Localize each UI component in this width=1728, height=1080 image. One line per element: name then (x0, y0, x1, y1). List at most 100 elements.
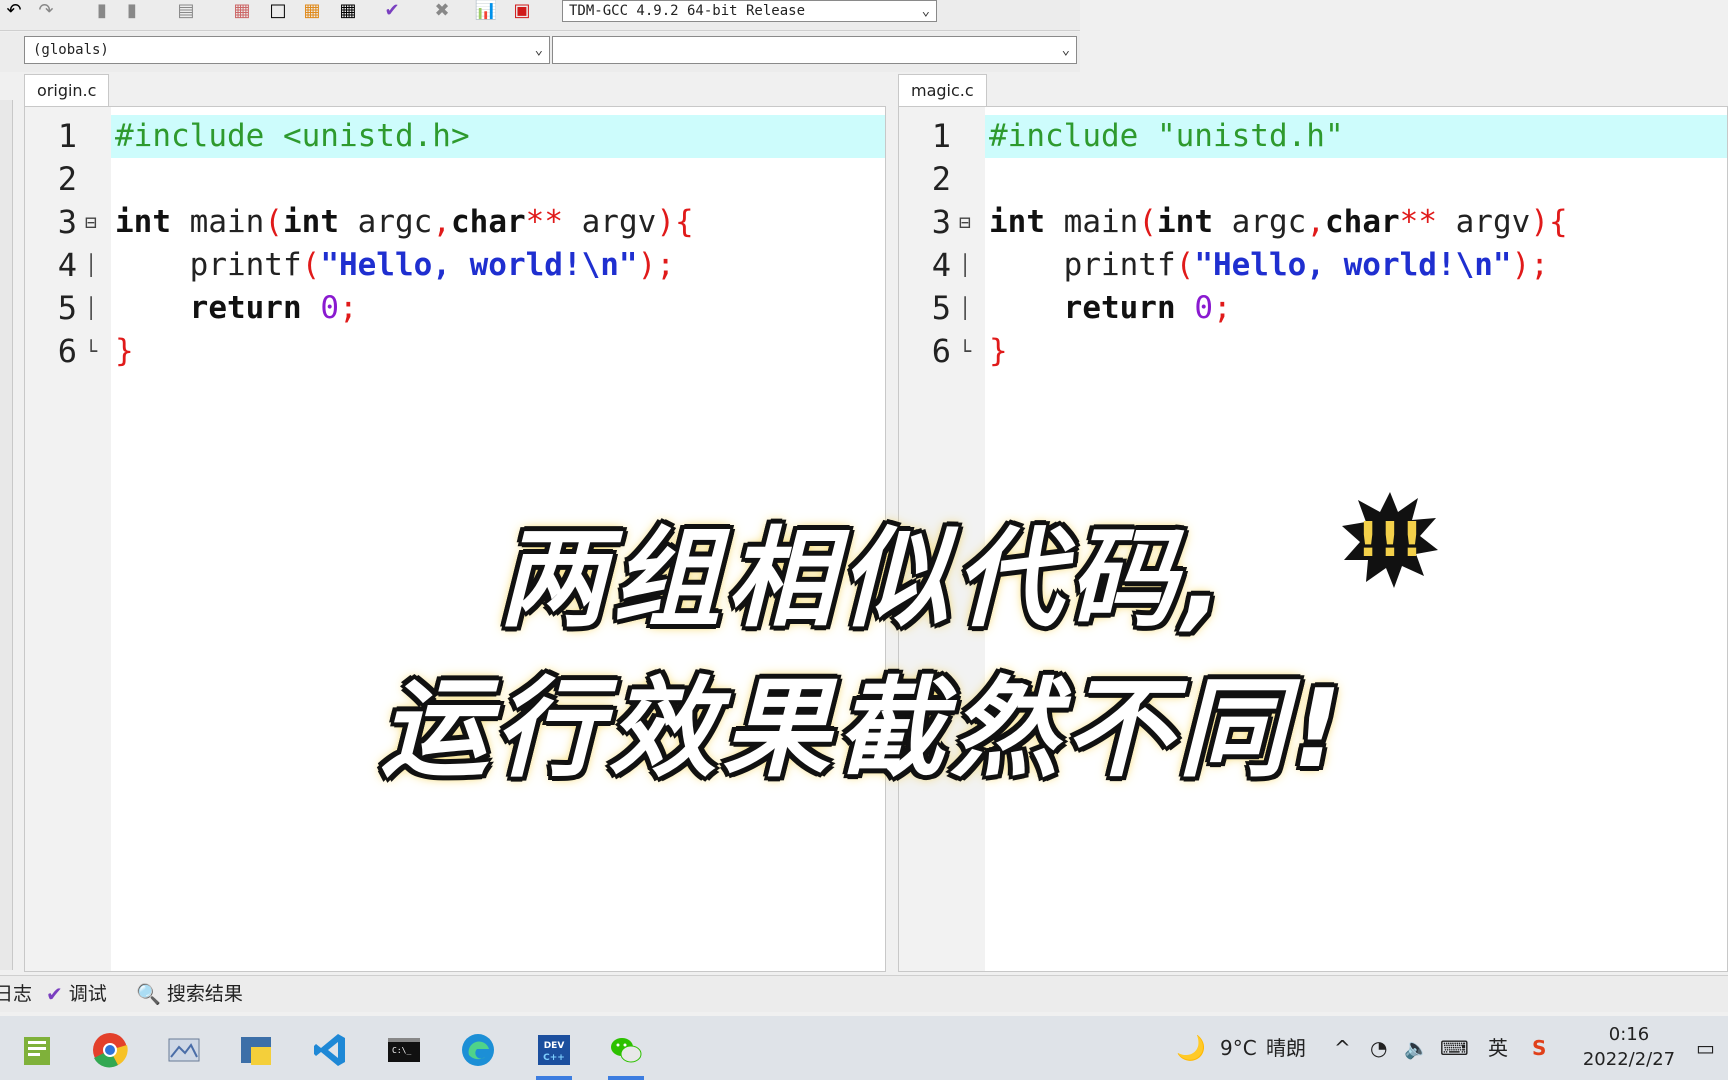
terminal-icon[interactable]: C:\_ (378, 1024, 430, 1076)
code-text: } (989, 330, 1008, 373)
new-project-icon[interactable]: ▦ (228, 0, 256, 22)
member-select[interactable]: ⌄ (552, 36, 1077, 64)
clock-time: 0:16 (1608, 1024, 1650, 1045)
unindent-icon[interactable]: ▮ (118, 0, 146, 22)
window-icon[interactable]: □ (264, 0, 292, 22)
code-token: ** (525, 204, 563, 240)
fold-toggle-icon[interactable]: ⊟ (85, 201, 97, 244)
weather-temperature[interactable]: 9°C (1220, 1016, 1257, 1080)
notification-icon[interactable]: ▭ (1696, 1016, 1715, 1080)
check-syntax-icon[interactable]: ✔ (378, 0, 406, 22)
sogou-input-icon[interactable]: S (1532, 1016, 1546, 1080)
code-token: ); (1511, 247, 1549, 283)
code-line[interactable]: 6 └} (25, 330, 885, 373)
volume-icon[interactable]: 🔈 (1404, 1016, 1429, 1080)
chrome-icon[interactable] (84, 1024, 136, 1076)
notepad-icon[interactable] (12, 1024, 64, 1076)
chevron-down-icon: ⌄ (534, 42, 543, 58)
code-line[interactable]: 4 │ printf("Hello, world!\n"); (25, 244, 885, 287)
scope-select[interactable]: (globals) ⌄ (24, 36, 550, 64)
line-number: 3 (931, 203, 951, 241)
code-area: int main(int argc,char** argv){ (985, 201, 1727, 244)
code-line[interactable]: 5 │ return 0; (25, 287, 885, 330)
code-token: #include <unistd.h> (115, 118, 470, 154)
code-token: argc (339, 204, 433, 240)
tab-search-results[interactable]: 🔍 搜索结果 (136, 980, 243, 1008)
line-number: 3 (57, 203, 77, 241)
code-token: } (115, 333, 134, 369)
svg-text:C:\_: C:\_ (392, 1046, 411, 1055)
undo-icon[interactable]: ↶ (0, 0, 28, 22)
code-token: ( (1175, 247, 1195, 283)
stop-icon[interactable]: ✖ (428, 0, 456, 22)
redo-icon[interactable]: ↷ (32, 0, 60, 22)
clock-date: 2022/2/27 (1582, 1049, 1676, 1070)
tab-search-results-label: 搜索结果 (166, 983, 243, 1005)
profile-chart-icon[interactable]: 📊 (472, 0, 500, 22)
photos-icon[interactable] (158, 1024, 210, 1076)
toggle-comment-icon[interactable]: ▤ (172, 0, 200, 22)
code-token: int (1157, 204, 1213, 240)
line-number: 2 (931, 160, 951, 198)
code-line[interactable]: 1 #include "unistd.h" (899, 115, 1727, 158)
toolbar: ↶ ↷ ▮ ▮ ▤ ▦ □ ▦ ▦ ✔ ✖ 📊 ▣ TDM-GCC 4.9.2 … (0, 0, 1080, 31)
wechat-icon[interactable] (600, 1024, 652, 1080)
code-token: ){ (656, 204, 694, 240)
ime-indicator[interactable]: 英 (1488, 1016, 1508, 1080)
keyboard-icon[interactable]: ⌨ (1440, 1016, 1469, 1080)
code-area: return 0; (111, 287, 885, 330)
compiler-select[interactable]: TDM-GCC 4.9.2 64-bit Release ⌄ (562, 0, 937, 22)
code-text: int main(int argc,char** argv){ (115, 201, 694, 244)
indent-icon[interactable]: ▮ (88, 0, 116, 22)
code-token: int (283, 204, 339, 240)
code-line[interactable]: 6 └} (899, 330, 1727, 373)
tab-origin-c[interactable]: origin.c (24, 74, 110, 107)
code-token: "Hello, world!\n" (320, 247, 638, 283)
fold-line: │ (959, 296, 972, 320)
weather-condition[interactable]: 晴朗 (1266, 1016, 1306, 1080)
search-icon: 🔍 (136, 982, 161, 1006)
code-area: } (985, 330, 1727, 373)
grid-icon[interactable]: ▦ (334, 0, 362, 22)
code-line[interactable]: 4 │ printf("Hello, world!\n"); (899, 244, 1727, 287)
python-icon[interactable] (230, 1024, 282, 1076)
caption-line-2: 运行效果截然不同! (380, 667, 1348, 792)
chevron-up-icon[interactable]: ^ (1334, 1016, 1351, 1080)
tab-debug-label: 调试 (68, 983, 107, 1005)
code-token: ){ (1530, 204, 1568, 240)
code-token: ; (338, 290, 358, 326)
code-area: } (111, 330, 885, 373)
fold-toggle-icon[interactable]: ⊟ (959, 201, 971, 244)
code-text: } (115, 330, 134, 373)
bottom-panel-tabs: 日志 ✔ 调试 🔍 搜索结果 (0, 975, 1728, 1012)
tab-magic-c[interactable]: magic.c (898, 74, 987, 107)
fold-end: └ (959, 339, 972, 363)
code-text: #include "unistd.h" (989, 115, 1344, 158)
code-line[interactable]: 2 (25, 158, 885, 201)
vscode-icon[interactable] (304, 1024, 356, 1076)
code-line[interactable]: 3 ⊟ int main(int argc,char** argv){ (25, 201, 885, 244)
line-number: 2 (57, 160, 77, 198)
line-number: 6 (931, 332, 951, 370)
class-browser-icon[interactable]: ▦ (298, 0, 326, 22)
code-line[interactable]: 2 (899, 158, 1727, 201)
clock[interactable]: 0:16 2022/2/27 (1574, 1022, 1684, 1072)
code-line[interactable]: 5 │ return 0; (899, 287, 1727, 330)
tab-label: magic.c (911, 81, 974, 100)
code-token: printf (989, 247, 1176, 283)
edge-icon[interactable] (452, 1024, 504, 1076)
code-token: int (989, 204, 1045, 240)
code-token: ** (1399, 204, 1437, 240)
code-line[interactable]: 3 ⊟ int main(int argc,char** argv){ (899, 201, 1727, 244)
delete-profile-icon[interactable]: ▣ (508, 0, 536, 22)
tab-debug[interactable]: ✔ 调试 (46, 980, 107, 1008)
code-token: 0 (320, 290, 339, 326)
tab-log[interactable]: 日志 (0, 980, 32, 1008)
network-icon[interactable]: ◔ (1370, 1016, 1387, 1080)
devcpp-icon[interactable]: DEV C++ (528, 1024, 580, 1080)
fold-end: └ (85, 339, 98, 363)
line-number: 5 (57, 289, 77, 327)
svg-text:DEV: DEV (544, 1041, 565, 1051)
code-line[interactable]: 1 #include <unistd.h> (25, 115, 885, 158)
